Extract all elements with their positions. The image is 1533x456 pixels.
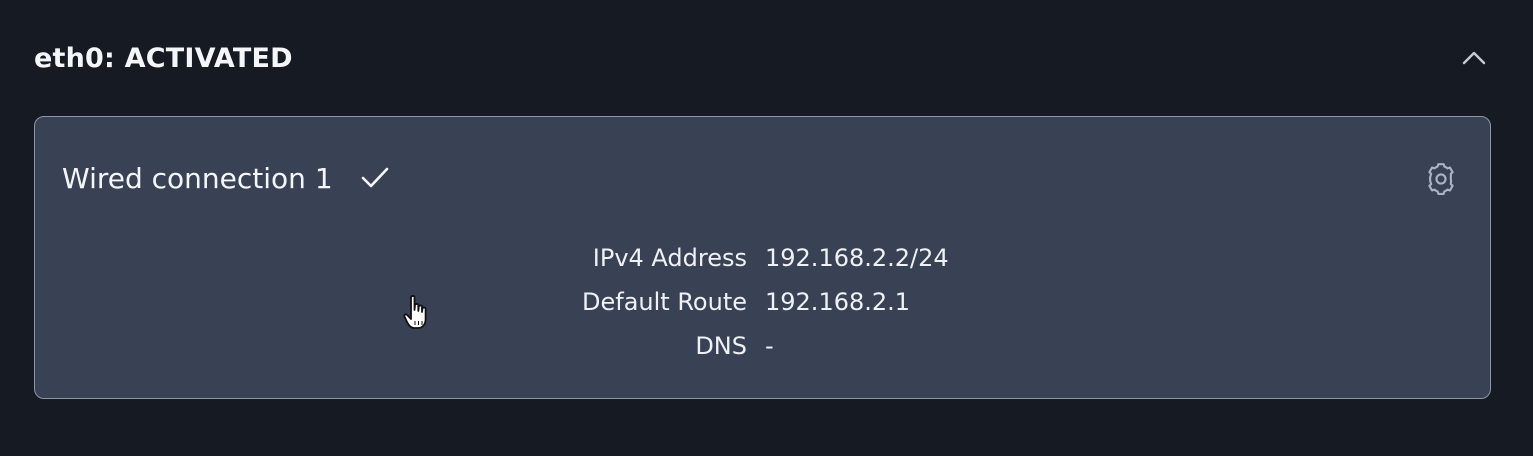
detail-label: DNS	[695, 332, 747, 360]
check-icon	[359, 165, 391, 191]
network-interface-section: eth0: ACTIVATED Wired connection 1 IPv4 …	[0, 0, 1533, 456]
detail-label: Default Route	[582, 288, 747, 316]
chevron-up-icon	[1462, 51, 1486, 65]
detail-row-ipv4: IPv4 Address 192.168.2.2/24	[35, 236, 1490, 280]
detail-value: 192.168.2.1	[765, 288, 911, 316]
connection-details: IPv4 Address 192.168.2.2/24 Default Rout…	[35, 236, 1490, 368]
collapse-button[interactable]	[1452, 36, 1496, 80]
detail-row-dns: DNS -	[35, 324, 1490, 368]
connection-name: Wired connection 1	[62, 161, 333, 195]
connection-header: Wired connection 1	[62, 155, 391, 201]
gear-icon	[1428, 163, 1454, 195]
detail-value: 192.168.2.2/24	[765, 244, 949, 272]
detail-label: IPv4 Address	[592, 244, 747, 272]
detail-value: -	[765, 332, 774, 360]
detail-row-default-route: Default Route 192.168.2.1	[35, 280, 1490, 324]
connection-settings-button[interactable]	[1422, 160, 1460, 198]
section-header[interactable]: eth0: ACTIVATED	[34, 30, 1490, 86]
connection-card[interactable]: Wired connection 1 IPv4 Address 192.168.…	[34, 116, 1491, 399]
interface-status-title: eth0: ACTIVATED	[34, 42, 293, 74]
